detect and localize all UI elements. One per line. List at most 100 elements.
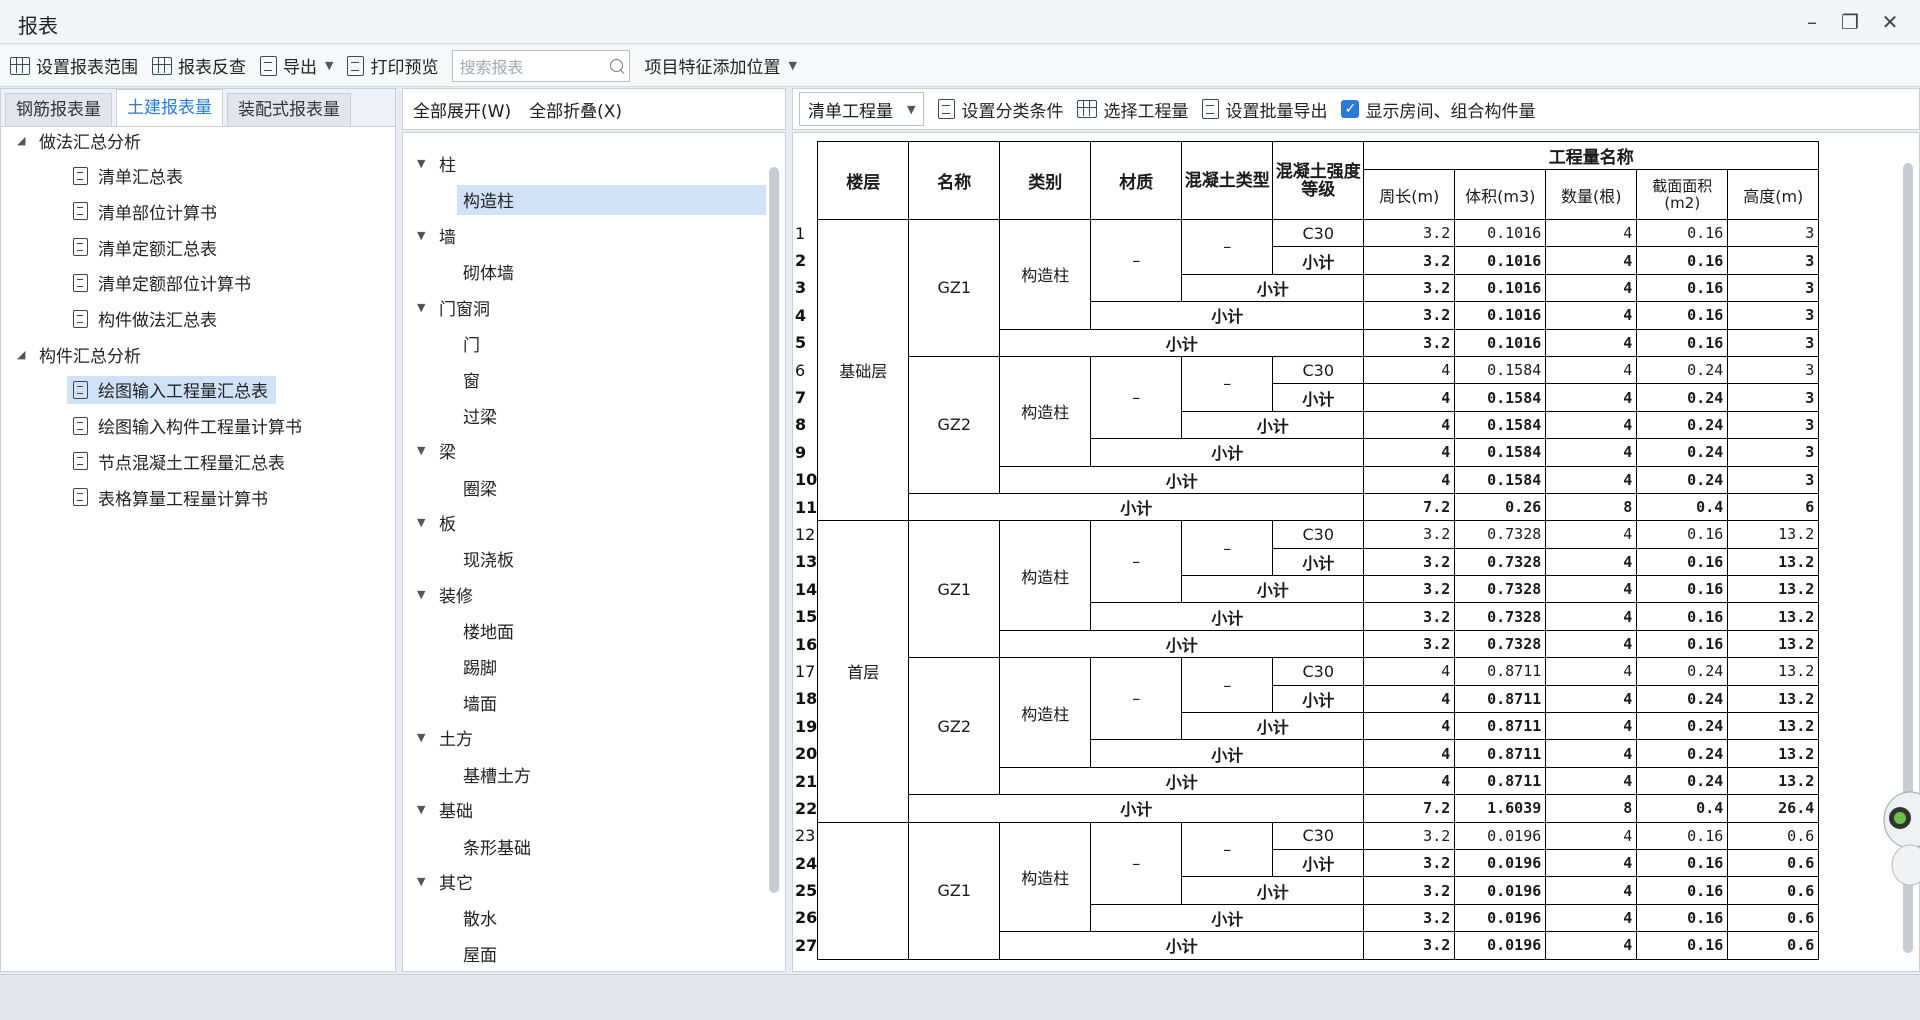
value-cell[interactable]: 3.2 [1363, 629, 1456, 659]
value-cell[interactable]: 13.2 [1727, 739, 1820, 768]
value-cell[interactable]: 0.24 [1636, 712, 1729, 741]
value-cell[interactable]: 0.1016 [1454, 301, 1547, 330]
component-name-cell[interactable]: GZ1 [908, 520, 1001, 659]
value-cell[interactable]: 0.8711 [1454, 684, 1547, 714]
component-name-cell[interactable]: GZ1 [908, 219, 1001, 357]
value-cell[interactable]: 4 [1545, 520, 1638, 549]
value-cell[interactable]: 0.4 [1636, 794, 1729, 823]
value-cell[interactable]: 4 [1545, 465, 1638, 494]
table-row[interactable]: 22 小计 7.2 1.6039 8 0.4 26.4 [793, 794, 1820, 823]
category-group[interactable]: ▼ 梁 [417, 438, 456, 463]
value-cell[interactable]: 4 [1545, 821, 1638, 850]
subtotal-cell[interactable]: 小计 [1272, 383, 1365, 412]
subtotal-cell[interactable]: 小计 [1181, 410, 1365, 440]
concrete-type-cell[interactable]: – [1181, 219, 1274, 275]
category-item[interactable]: 基槽土方 [463, 759, 531, 789]
value-cell[interactable]: 3.2 [1363, 931, 1456, 960]
value-cell[interactable]: 13.2 [1727, 684, 1820, 714]
category-item[interactable]: 圈梁 [463, 472, 497, 502]
value-cell[interactable]: 0.16 [1636, 328, 1729, 357]
tree-group-0[interactable]: ◢ 做法汇总分析 [17, 128, 141, 153]
tree-group-1[interactable]: ◢ 构件汇总分析 [17, 342, 141, 367]
report-item[interactable]: 构件做法汇总表 [67, 305, 225, 333]
batch-export-button[interactable]: 设置批量导出 [1202, 97, 1327, 122]
print-preview-button[interactable]: 打印预览 [347, 53, 438, 78]
value-cell[interactable]: 0.24 [1636, 355, 1729, 385]
value-cell[interactable]: 0.8711 [1454, 712, 1547, 741]
concrete-grade-cell[interactable]: C30 [1272, 821, 1365, 850]
value-cell[interactable]: 0.1584 [1454, 383, 1547, 412]
category-group[interactable]: ▼ 基础 [417, 797, 473, 822]
export-button[interactable]: 导出 ▼ [260, 53, 333, 78]
category-group[interactable]: ▼ 板 [417, 510, 456, 535]
material-cell[interactable]: – [1090, 821, 1183, 905]
subtotal-cell[interactable]: 小计 [1181, 273, 1365, 303]
category-cell[interactable]: 构造柱 [999, 520, 1092, 631]
search-input[interactable]: 搜索报表 [452, 49, 631, 82]
value-cell[interactable]: 13.2 [1727, 602, 1820, 631]
subtotal-cell[interactable]: 小计 [999, 629, 1365, 659]
report-item[interactable]: 清单汇总表 [67, 162, 191, 190]
subtotal-cell[interactable]: 小计 [1090, 602, 1365, 631]
material-cell[interactable]: – [1090, 520, 1183, 604]
value-cell[interactable]: 0.7328 [1454, 629, 1547, 659]
collapse-all-button[interactable]: 全部折叠(X) [529, 97, 622, 122]
value-cell[interactable]: 0.16 [1636, 602, 1729, 631]
component-name-cell[interactable]: GZ1 [908, 821, 1001, 960]
value-cell[interactable]: 8 [1545, 794, 1638, 823]
concrete-grade-cell[interactable]: C30 [1272, 218, 1365, 248]
value-cell[interactable]: 3.2 [1363, 602, 1456, 631]
value-cell[interactable]: 0.16 [1636, 575, 1729, 604]
value-cell[interactable]: 4 [1545, 876, 1638, 905]
concrete-grade-cell[interactable]: C30 [1272, 657, 1365, 686]
value-cell[interactable]: 4 [1363, 355, 1456, 385]
show-rooms-checkbox[interactable]: ✓ 显示房间、组合构件量 [1341, 97, 1535, 122]
value-cell[interactable]: 3.2 [1363, 547, 1456, 577]
select-quantity-button[interactable]: 选择工程量 [1077, 97, 1188, 122]
value-cell[interactable]: 0.1584 [1454, 410, 1547, 440]
category-cell[interactable]: 构造柱 [999, 657, 1092, 768]
value-cell[interactable]: 4 [1363, 465, 1456, 494]
subtotal-cell[interactable]: 小计 [1090, 739, 1365, 768]
value-cell[interactable]: 4 [1545, 657, 1638, 686]
minimize-icon[interactable]: – [1796, 8, 1828, 36]
value-cell[interactable]: 4 [1545, 602, 1638, 631]
value-cell[interactable]: 0.16 [1636, 218, 1729, 248]
value-cell[interactable]: 0.7328 [1454, 547, 1547, 577]
value-cell[interactable]: 13.2 [1727, 629, 1820, 659]
value-cell[interactable]: 0.7328 [1454, 575, 1547, 604]
value-cell[interactable]: 3.2 [1363, 575, 1456, 604]
table-row[interactable]: 17 GZ2 构造柱 – – C30 4 0.8711 4 0.24 13.2 [793, 657, 1820, 796]
table-row[interactable]: 11 小计 7.2 0.26 8 0.4 6 [793, 492, 1820, 522]
value-cell[interactable]: 4 [1545, 629, 1638, 659]
category-item[interactable]: 窗 [463, 364, 480, 394]
tab-civil-report[interactable]: 土建报表量 [116, 89, 223, 126]
value-cell[interactable]: 13.2 [1727, 520, 1820, 549]
category-item[interactable]: 楼地面 [463, 616, 514, 646]
value-cell[interactable]: 0.7328 [1454, 520, 1547, 549]
value-cell[interactable]: 0.16 [1636, 903, 1729, 933]
value-cell[interactable]: 4 [1545, 848, 1638, 878]
value-cell[interactable]: 0.4 [1636, 492, 1729, 522]
category-group[interactable]: ▼ 其它 [417, 869, 473, 894]
subtotal-cell[interactable]: 小计 [1272, 684, 1365, 714]
set-range-button[interactable]: 设置报表范围 [10, 53, 138, 78]
value-cell[interactable]: 8 [1545, 492, 1638, 522]
table-row[interactable]: 6 GZ2 构造柱 – – C30 4 0.1584 4 0.24 3 [793, 355, 1820, 494]
category-item[interactable]: 砌体墙 [463, 257, 514, 287]
category-item[interactable]: 散水 [463, 903, 497, 933]
category-cell[interactable]: 构造柱 [999, 355, 1092, 467]
value-cell[interactable]: 4 [1545, 575, 1638, 604]
value-cell[interactable]: 0.1584 [1454, 438, 1547, 467]
value-cell[interactable]: 0.26 [1454, 492, 1547, 522]
value-cell[interactable]: 3 [1727, 246, 1820, 275]
value-cell[interactable]: 0.1016 [1454, 328, 1547, 357]
value-cell[interactable]: 4 [1545, 547, 1638, 577]
value-cell[interactable]: 3 [1727, 410, 1820, 440]
value-cell[interactable]: 0.6 [1727, 848, 1820, 878]
floor-cell[interactable]: 首层 [817, 520, 910, 823]
value-cell[interactable]: 0.0196 [1454, 903, 1547, 933]
subtotal-cell[interactable]: 小计 [1090, 301, 1365, 330]
value-cell[interactable]: 0.7328 [1454, 602, 1547, 631]
value-cell[interactable]: 4 [1363, 657, 1456, 686]
